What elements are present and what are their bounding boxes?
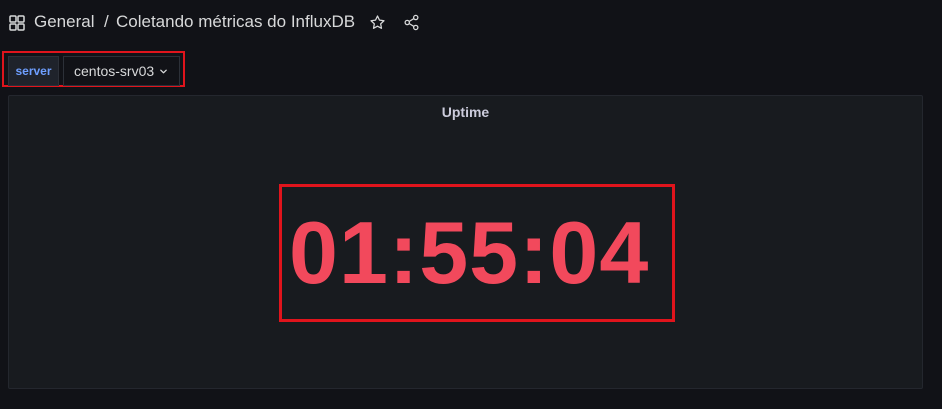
dashboard-header: General / Coletando métricas do InfluxDB	[0, 0, 942, 46]
breadcrumb-folder[interactable]: General	[34, 12, 94, 32]
breadcrumb-separator: /	[104, 12, 109, 31]
panel-title[interactable]: Uptime	[9, 104, 922, 120]
chevron-down-icon	[160, 69, 167, 74]
star-icon[interactable]	[369, 14, 386, 31]
share-icon[interactable]	[403, 14, 420, 31]
server-variable-select[interactable]: centos-srv03	[63, 56, 180, 86]
dashboard-title[interactable]: Coletando métricas do InfluxDB	[116, 12, 355, 32]
variable-label: server	[8, 56, 59, 86]
stat-value: 01:55:04	[289, 203, 650, 302]
dashboard-page: General / Coletando métricas do InfluxDB…	[0, 0, 942, 409]
apps-grid-icon[interactable]	[9, 15, 25, 31]
variable-value: centos-srv03	[74, 63, 155, 79]
